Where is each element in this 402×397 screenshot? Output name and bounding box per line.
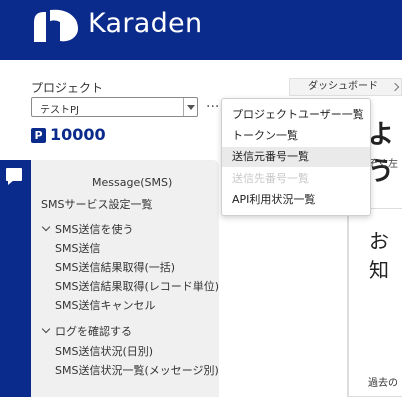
- sidebar-item-cancel[interactable]: SMS送信キャンセル: [55, 297, 155, 313]
- select-arrow-box: [183, 98, 197, 116]
- brand-name[interactable]: Karaden: [88, 8, 202, 39]
- page-subtext: そく左: [368, 159, 398, 170]
- sidebar-title: Message(SMS): [92, 176, 173, 189]
- chevron-down-icon: [41, 324, 51, 334]
- sidebar-item-result-bulk[interactable]: SMS送信結果取得(一括): [55, 259, 175, 275]
- project-label: プロジェクト: [31, 81, 104, 95]
- notice-heading: お知: [369, 229, 389, 282]
- past-notices-text: 過去の: [368, 378, 398, 389]
- menu-item-tokens[interactable]: トークン一覧: [222, 126, 370, 146]
- sidebar-item-sms-send[interactable]: SMS送信: [55, 240, 100, 256]
- sidebar-group-label: SMS送信を使う: [55, 223, 134, 236]
- message-icon[interactable]: [6, 168, 22, 185]
- sidebar-item-status-message[interactable]: SMS送信状況一覧(メッセージ別): [55, 362, 219, 378]
- sidebar-group-label: ログを確認する: [55, 325, 132, 338]
- menu-item-api-usage[interactable]: API利用状況一覧: [222, 190, 370, 210]
- project-options-menu: プロジェクトユーザー一覧 トークン一覧 送信元番号一覧 送信先番号一覧 API利…: [221, 98, 371, 216]
- sidebar-group-logs[interactable]: ログを確認する: [41, 323, 132, 339]
- top-bar: Karaden: [0, 0, 402, 60]
- sidebar-item-sms-settings[interactable]: SMSサービス設定一覧: [41, 196, 152, 212]
- sidebar-item-status-daily[interactable]: SMS送信状況(日別): [55, 343, 153, 359]
- project-select-value: テストPJ: [40, 105, 79, 116]
- sidebar-group-send[interactable]: SMS送信を使う: [41, 221, 134, 237]
- sidebar-item-result-record[interactable]: SMS送信結果取得(レコード単位): [55, 278, 219, 294]
- menu-item-recipient-numbers: 送信先番号一覧: [232, 172, 309, 185]
- karaden-logo-icon[interactable]: [32, 6, 80, 44]
- project-select[interactable]: テストPJ: [31, 97, 198, 117]
- more-options-icon[interactable]: ···: [206, 99, 219, 115]
- breadcrumb[interactable]: ダッシュボード: [289, 78, 402, 96]
- menu-item-sender-numbers[interactable]: 送信元番号一覧: [222, 147, 370, 167]
- menu-item-project-users[interactable]: プロジェクトユーザー一覧: [222, 105, 370, 125]
- chevron-down-icon: [187, 105, 195, 110]
- left-icon-strip: [0, 160, 31, 397]
- points-value: 10000: [50, 125, 106, 144]
- points-icon: P: [31, 128, 46, 143]
- chevron-down-icon: [41, 222, 51, 232]
- page-heading: よう: [368, 120, 395, 187]
